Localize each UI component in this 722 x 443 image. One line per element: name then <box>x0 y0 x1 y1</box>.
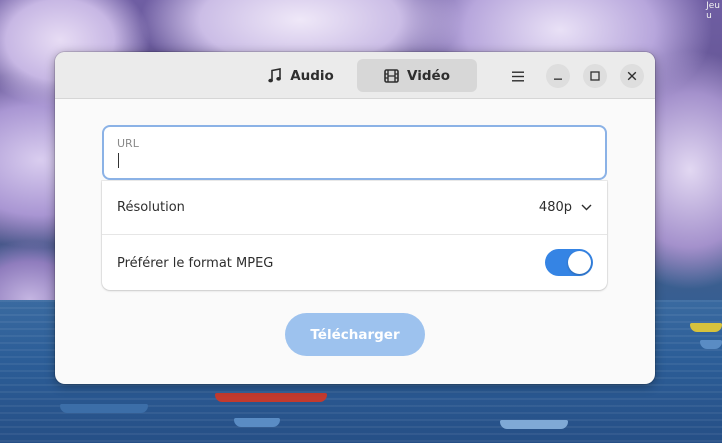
header-bar: Audio Vidéo <box>55 52 655 99</box>
rowboat <box>234 418 280 427</box>
rowboat <box>215 393 327 402</box>
maximize-icon <box>590 71 600 81</box>
rowboat <box>700 340 722 349</box>
close-button[interactable] <box>620 64 644 88</box>
rowboat <box>500 420 568 429</box>
resolution-dropdown[interactable]: 480p <box>539 200 592 215</box>
film-icon <box>384 68 399 83</box>
resolution-label: Résolution <box>117 200 185 215</box>
hamburger-menu-icon <box>512 71 524 81</box>
close-icon <box>627 71 637 81</box>
minimize-icon <box>554 78 562 80</box>
url-field[interactable]: URL <box>102 125 607 180</box>
rowboat <box>690 323 722 332</box>
maximize-button[interactable] <box>583 64 607 88</box>
chevron-down-icon <box>581 204 592 211</box>
tab-video[interactable]: Vidéo <box>357 59 477 92</box>
toggle-knob <box>568 251 591 274</box>
settings-card: Résolution 480p Préférer le format MPEG <box>102 181 607 290</box>
url-field-label: URL <box>117 137 139 150</box>
tab-audio[interactable]: Audio <box>245 59 357 92</box>
desktop-background: Jeu u Audio Vidéo URL Résolution 480p Pr… <box>0 0 722 443</box>
resolution-value: 480p <box>538 200 572 215</box>
mpeg-toggle-switch[interactable] <box>545 249 593 276</box>
minimize-button[interactable] <box>546 64 570 88</box>
tab-audio-label: Audio <box>290 67 334 84</box>
app-window: Audio Vidéo URL Résolution 480p Préférer… <box>55 52 655 384</box>
url-input[interactable] <box>117 151 587 171</box>
download-button[interactable]: Télécharger <box>285 313 425 356</box>
tab-video-label: Vidéo <box>407 67 450 84</box>
mpeg-label: Préférer le format MPEG <box>117 255 274 271</box>
rowboat <box>60 404 148 413</box>
music-note-icon <box>268 68 282 83</box>
main-menu-button[interactable] <box>504 62 532 90</box>
clock-text: Jeu u <box>706 1 720 21</box>
mpeg-row: Préférer le format MPEG <box>102 236 607 290</box>
resolution-row[interactable]: Résolution 480p <box>102 181 607 235</box>
